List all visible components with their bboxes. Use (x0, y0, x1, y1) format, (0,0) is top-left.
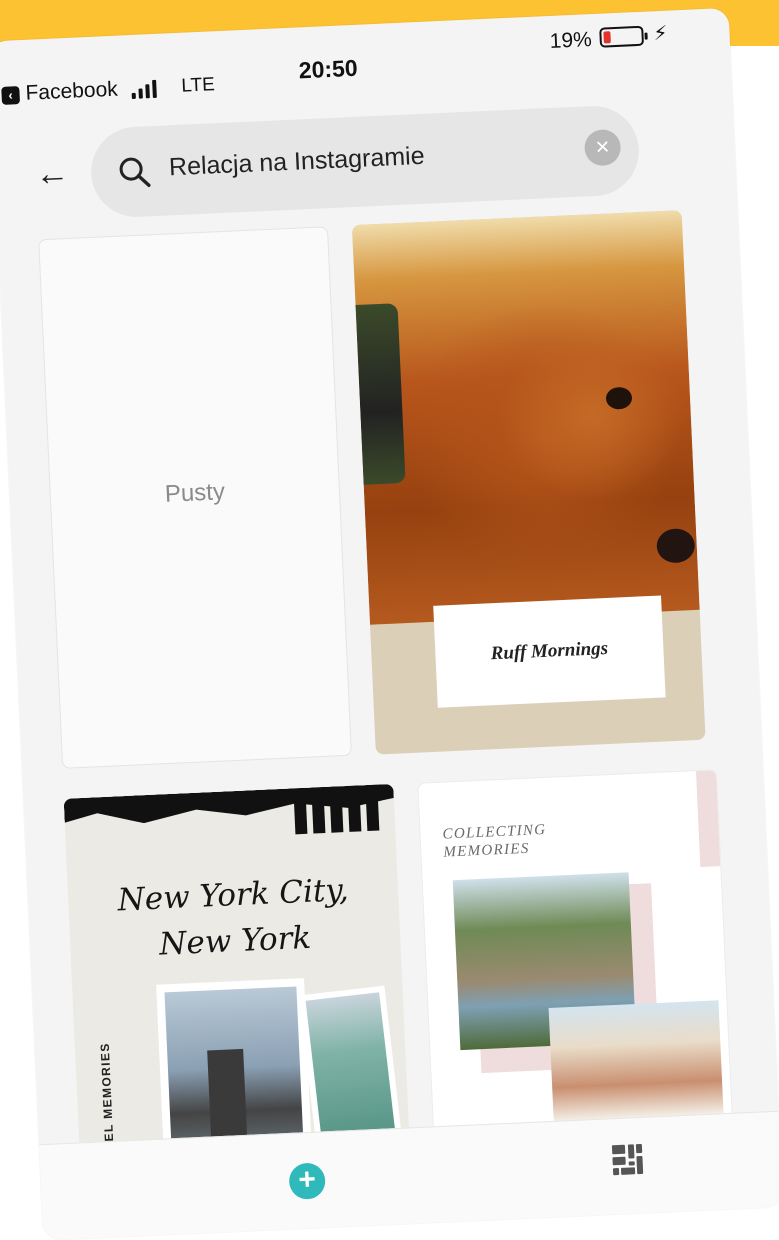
back-app-label[interactable]: Facebook (25, 78, 118, 106)
pink-accent (695, 770, 721, 867)
back-arrow-icon[interactable]: ← (34, 154, 70, 194)
battery-percent: 19% (549, 28, 593, 53)
signal-icon (131, 79, 157, 99)
template-blank[interactable]: Pusty (38, 226, 352, 769)
add-icon[interactable]: + (288, 1162, 326, 1200)
back-to-app-icon[interactable]: ‹ (1, 86, 21, 105)
battery-icon (599, 25, 648, 48)
memories-line2: MEMORIES (443, 840, 530, 861)
clear-icon[interactable]: × (583, 128, 622, 167)
dog-caption: Ruff Mornings (490, 637, 609, 665)
ny-title-line2: New York (158, 919, 312, 963)
search-query[interactable]: Relacja na Instagramie (168, 142, 425, 183)
dog-photo (351, 210, 700, 625)
phone-screen: ‹ Facebook LTE 20:50 19% ⚡ ← Relacja na … (0, 7, 779, 1240)
ny-title-line1: New York City, (116, 871, 350, 919)
stripe-decoration (293, 784, 385, 835)
network-type: LTE (180, 74, 216, 97)
template-ruff-mornings[interactable]: Ruff Mornings (351, 210, 706, 755)
search-input[interactable]: Relacja na Instagramie × (89, 104, 641, 219)
layout-grid-icon[interactable] (610, 1142, 646, 1178)
charging-icon: ⚡ (653, 22, 669, 46)
clock: 20:50 (298, 54, 359, 84)
memories-line1: COLLECTING (442, 821, 547, 843)
caption-box: Ruff Mornings (433, 595, 666, 708)
search-icon (119, 157, 151, 188)
blank-label: Pusty (164, 478, 226, 508)
